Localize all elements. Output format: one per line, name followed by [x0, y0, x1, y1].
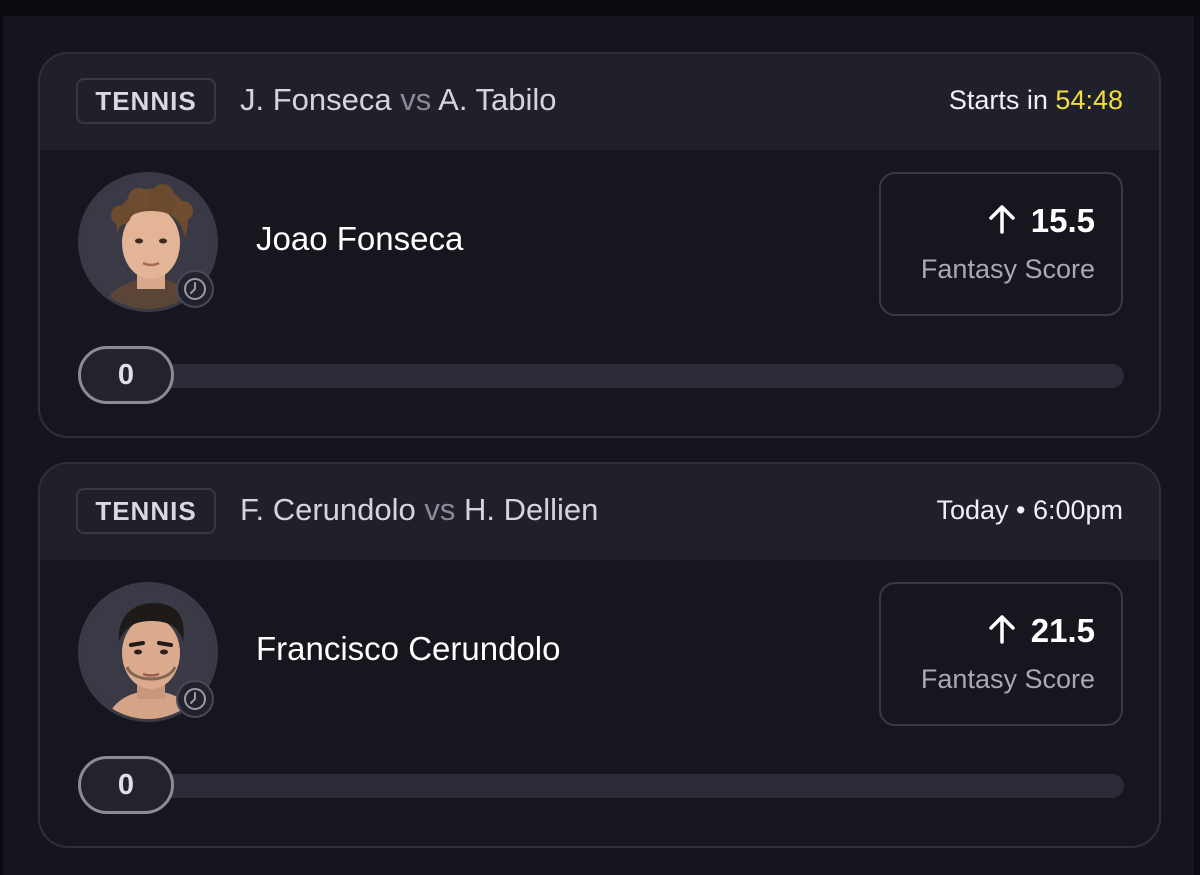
matchup: J. Fonseca vs A. Tabilo [240, 82, 557, 118]
right-edge [1194, 0, 1200, 875]
matchup-player1: F. Cerundolo [240, 492, 416, 527]
app-frame: TENNIS J. Fonseca vs A. Tabilo Starts in… [0, 0, 1200, 875]
player-name: Joao Fonseca [256, 220, 464, 257]
score-value-row: 21.5 [987, 612, 1095, 650]
card-header: TENNIS J. Fonseca vs A. Tabilo Starts in… [40, 54, 1159, 150]
progress-value: 0 [78, 756, 174, 814]
start-info: Today • 6:00pm [936, 495, 1123, 526]
score-value-row: 15.5 [987, 202, 1095, 240]
clock-icon [176, 680, 214, 718]
progress-value: 0 [78, 346, 174, 404]
matchup: F. Cerundolo vs H. Dellien [240, 492, 598, 528]
score-value: 21.5 [1030, 612, 1095, 649]
matchup-vs: vs [424, 492, 456, 527]
start-time: Today • 6:00pm [936, 495, 1123, 525]
countdown-timer: 54:48 [1055, 85, 1123, 115]
start-info: Starts in 54:48 [949, 85, 1123, 116]
matchup-player2: A. Tabilo [438, 82, 557, 117]
projection-card[interactable]: TENNIS J. Fonseca vs A. Tabilo Starts in… [38, 52, 1161, 438]
score-value: 15.5 [1030, 202, 1095, 239]
left-edge [0, 0, 3, 875]
player-name: Francisco Cerundolo [256, 630, 561, 667]
score-label: Fantasy Score [920, 664, 1095, 694]
matchup-player1: J. Fonseca [240, 82, 392, 117]
fantasy-score-box[interactable]: 21.5 Fantasy Score [879, 582, 1123, 726]
progress-track [80, 774, 1124, 798]
matchup-player2: H. Dellien [464, 492, 599, 527]
projection-card[interactable]: TENNIS F. Cerundolo vs H. Dellien Today … [38, 462, 1161, 848]
sport-badge: TENNIS [76, 78, 216, 124]
start-prefix: Starts in [948, 85, 1048, 115]
matchup-vs: vs [400, 82, 432, 117]
score-label: Fantasy Score [920, 254, 1095, 284]
sport-badge: TENNIS [76, 488, 216, 534]
top-bar [0, 0, 1200, 16]
arrow-up-icon [987, 613, 1017, 650]
clock-icon [176, 270, 214, 308]
fantasy-score-box[interactable]: 15.5 Fantasy Score [879, 172, 1123, 316]
progress-track [80, 364, 1124, 388]
arrow-up-icon [987, 203, 1017, 240]
card-header: TENNIS F. Cerundolo vs H. Dellien Today … [40, 464, 1159, 560]
